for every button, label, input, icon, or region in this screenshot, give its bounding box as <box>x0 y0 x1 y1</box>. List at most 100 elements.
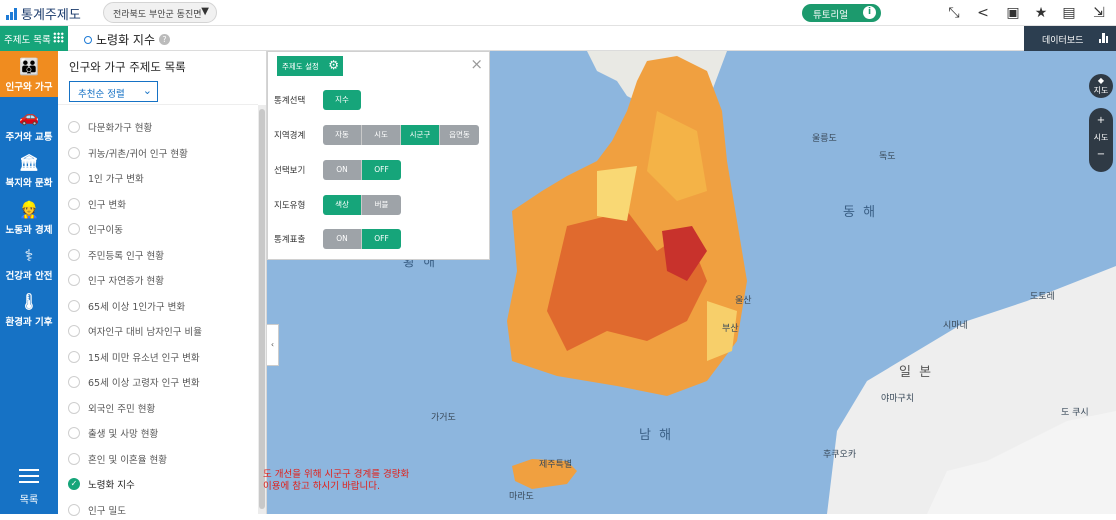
map-controls: ◆ 지도 + 시도 − <box>1089 74 1113 172</box>
image-save-icon[interactable]: ▣ <box>1004 4 1022 22</box>
radio-circle-icon <box>68 121 80 133</box>
land-label-japan: 일 본 <box>899 365 934 380</box>
chevron-down-icon: ▼ <box>201 6 209 17</box>
collapse-icon[interactable]: ⤡ <box>945 4 963 22</box>
settings-row-label: 선택보기 <box>274 166 306 176</box>
zoom-out-button[interactable]: − <box>1089 146 1113 163</box>
radio-circle-icon <box>68 248 80 261</box>
topic-item[interactable]: 혼인 및 이혼율 현황 <box>68 449 167 469</box>
close-icon[interactable]: × <box>470 55 483 73</box>
nav-label: 건강과 안전 <box>5 271 53 282</box>
topic-item[interactable]: 외국인 주민 현황 <box>68 398 155 418</box>
settings-option[interactable]: ON <box>323 160 362 180</box>
topic-item[interactable]: 귀농/귀촌/귀어 인구 현황 <box>68 143 188 163</box>
settings-segmented-control: ON OFF <box>323 229 401 249</box>
nav-label: 인구와 가구 <box>5 82 53 93</box>
theme-list-panel: 인구와 가구 주제도 목록 추천순 정렬 ⌄ 다문화가구 현황 귀농/귀촌/귀어 … <box>58 51 267 517</box>
map-label-busan: 부산 <box>722 324 739 334</box>
topic-item[interactable]: ✓ 노령화 지수 <box>68 474 135 494</box>
settings-option[interactable]: 시군구 <box>401 125 440 145</box>
topic-item[interactable]: 출생 및 사망 현황 <box>68 423 158 443</box>
nav-item-population[interactable]: 👪 인구와 가구 <box>0 51 58 97</box>
report-icon[interactable]: ▤ <box>1060 4 1078 22</box>
settings-row-label: 통계선택 <box>274 96 306 106</box>
scrollbar-thumb[interactable] <box>259 109 265 509</box>
thermometer-icon: 🌡 <box>18 292 40 311</box>
panel-collapse-button[interactable]: ‹ <box>267 324 279 366</box>
app-logo[interactable]: 통계주제도 <box>6 4 81 23</box>
topic-item[interactable]: 인구이동 <box>68 219 123 239</box>
settings-option[interactable]: 자동 <box>323 125 362 145</box>
nav-label: 복지와 문화 <box>5 178 53 189</box>
topic-item[interactable]: 여자인구 대비 남자인구 비율 <box>68 321 202 341</box>
topic-item[interactable]: 주민등록 인구 현황 <box>68 245 164 265</box>
settings-segmented-control: 색상 버블 <box>323 195 401 215</box>
region-select-value: 전라북도 부안군 동진면 <box>113 10 202 20</box>
settings-option[interactable]: 버블 <box>362 195 401 215</box>
share-icon[interactable]: < <box>974 4 992 22</box>
topic-item[interactable]: 인구 밀도 <box>68 500 126 520</box>
topic-label: 인구 자연증가 현황 <box>88 276 164 287</box>
zoom-level-label: 시도 <box>1093 133 1109 142</box>
category-nav: 👪 인구와 가구 🚗 주거와 교통 🏛 복지와 문화 👷 노동과 경제 ⚕ 건강과 안전 … <box>0 51 58 514</box>
topic-label: 출생 및 사망 현황 <box>88 429 159 440</box>
theme-list-button[interactable]: 주제도 목록 <box>0 26 68 51</box>
region-select[interactable]: 전라북도 부안군 동진면 ▼ <box>103 2 217 23</box>
topic-item[interactable]: 1인 가구 변화 <box>68 168 144 188</box>
topic-item[interactable]: 다문화가구 현황 <box>68 117 152 137</box>
settings-option[interactable]: 지수 <box>323 90 361 110</box>
radio-circle-icon <box>68 299 80 312</box>
settings-option[interactable]: 시도 <box>362 125 401 145</box>
topic-item[interactable]: 인구 자연증가 현황 <box>68 270 164 290</box>
map-icon: ◆ <box>1097 76 1105 85</box>
topic-item[interactable]: 65세 이상 1인가구 변화 <box>68 296 185 316</box>
topic-item[interactable]: 15세 미만 유소년 인구 변화 <box>68 347 200 367</box>
tutorial-button[interactable]: 튜토리얼 i <box>802 4 881 22</box>
map-label-yamaguchi: 야마구치 <box>881 394 915 404</box>
topic-label: 인구 변화 <box>88 199 126 211</box>
settings-option[interactable]: ON <box>323 229 362 249</box>
nav-item-housing[interactable]: 🚗 주거와 교통 <box>0 101 58 147</box>
settings-tab[interactable]: 주제도 설정 ⚙ <box>277 56 343 76</box>
radio-circle-icon <box>68 325 80 337</box>
menu-button[interactable]: 목록 <box>0 469 58 514</box>
exit-icon[interactable]: ⇲ <box>1090 4 1108 22</box>
sort-select[interactable]: 추천순 정렬 ⌄ <box>69 81 158 102</box>
topic-label: 65세 이상 고령자 인구 변화 <box>88 378 200 389</box>
nav-item-health[interactable]: ⚕ 건강과 안전 <box>0 240 58 286</box>
top-bar: 통계주제도 전라북도 부안군 동진면 ▼ 튜토리얼 i ⤡ < ▣ ★ ▤ ⇲ <box>0 0 1116 26</box>
help-icon[interactable]: ? <box>159 34 171 45</box>
settings-row-label: 지역경계 <box>274 131 306 141</box>
chart-logo-icon <box>6 7 17 20</box>
bookmark-star-icon[interactable]: ★ <box>1032 4 1050 22</box>
bar-chart-icon <box>1098 33 1108 43</box>
sort-select-value: 추천순 정렬 <box>78 89 125 100</box>
topic-label: 노령화 지수 <box>88 480 135 491</box>
settings-option[interactable]: OFF <box>362 229 401 249</box>
nav-label: 주거와 교통 <box>5 132 53 143</box>
radio-circle-icon <box>68 223 80 235</box>
nav-item-labor[interactable]: 👷 노동과 경제 <box>0 194 58 240</box>
nav-item-welfare[interactable]: 🏛 복지와 문화 <box>0 147 58 193</box>
theme-list-label: 주제도 목록 <box>4 35 51 46</box>
radio-circle-icon <box>68 274 80 286</box>
radio-circle-icon <box>68 146 80 159</box>
radio-circle-icon <box>68 376 80 388</box>
nav-item-environment[interactable]: 🌡 환경과 기후 <box>0 286 58 332</box>
panel-scrollbar[interactable] <box>258 105 266 514</box>
topic-item[interactable]: 인구 변화 <box>68 194 126 214</box>
building-icon: 🏛 <box>18 153 40 172</box>
topic-item[interactable]: 65세 이상 고령자 인구 변화 <box>68 372 200 392</box>
zoom-in-button[interactable]: + <box>1089 112 1113 129</box>
settings-option[interactable]: OFF <box>362 160 401 180</box>
map-label-ulsan: 울산 <box>735 296 752 306</box>
map-type-button[interactable]: ◆ 지도 <box>1089 74 1113 98</box>
map-label-gageo: 가거도 <box>431 413 456 423</box>
settings-option[interactable]: 색상 <box>323 195 362 215</box>
settings-option[interactable]: 읍면동 <box>440 125 479 145</box>
zoom-control: + 시도 − <box>1089 108 1113 172</box>
dashboard-button[interactable]: 데이터보드 <box>1024 26 1116 51</box>
people-icon: 👪 <box>19 57 39 76</box>
car-house-icon: 🚗 <box>19 107 39 126</box>
topic-label: 귀농/귀촌/귀어 인구 현황 <box>88 148 188 160</box>
